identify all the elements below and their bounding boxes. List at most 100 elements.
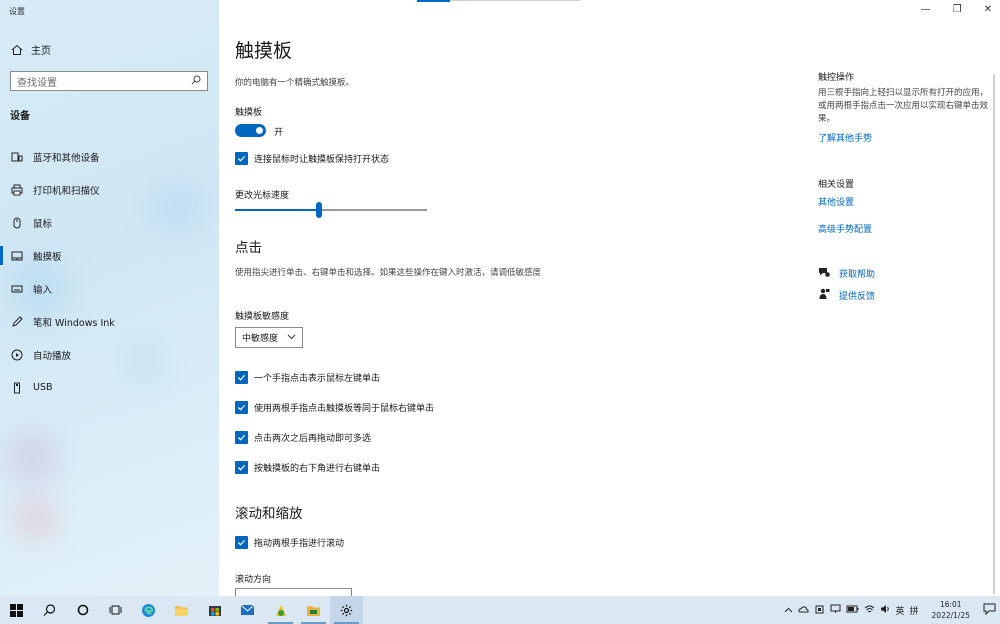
- sidebar-item-usb[interactable]: USB: [0, 371, 219, 404]
- give-feedback-link[interactable]: 提供反馈: [818, 288, 875, 303]
- sidebar-item-pen[interactable]: 笔和 Windows Ink: [0, 305, 219, 338]
- checkbox-checked[interactable]: [235, 371, 248, 384]
- page-description: 你的电脑有一个精确式触摸板。: [235, 78, 355, 88]
- sidebar-item-label: 触摸板: [33, 251, 62, 263]
- keep-on-with-mouse-checkbox[interactable]: 连接鼠标时让触摸板保持打开状态: [235, 152, 389, 165]
- content-scrollbar[interactable]: [993, 74, 995, 594]
- search-icon: [43, 603, 56, 616]
- settings-sidebar: 设置 主页 查找设置 设备 蓝牙和其他设备 打印机和扫描仪 鼠标 触摸板 输入 …: [0, 0, 219, 596]
- onedrive-icon[interactable]: [797, 605, 809, 616]
- learn-more-gestures-link[interactable]: 了解其他手势: [818, 131, 872, 144]
- touchpad-toggle[interactable]: [235, 124, 266, 137]
- other-settings-link[interactable]: 其他设置: [818, 195, 854, 208]
- get-help-link[interactable]: 获取帮助: [818, 266, 875, 281]
- clock[interactable]: 16:01 2022/1/25: [932, 599, 970, 621]
- checkbox-label: 使用两根手指点击触摸板等同于鼠标右键单击: [254, 404, 435, 414]
- app-green-icon: [275, 604, 286, 616]
- app-button-green[interactable]: [264, 596, 297, 624]
- sidebar-item-touchpad[interactable]: 触摸板: [0, 239, 219, 272]
- battery-icon[interactable]: [846, 605, 859, 615]
- taps-heading: 点击: [235, 240, 262, 256]
- tap-option-two-finger[interactable]: 使用两根手指点击触摸板等同于鼠标右键单击: [235, 401, 434, 414]
- file-explorer-button[interactable]: [165, 596, 198, 624]
- checkbox-checked[interactable]: [235, 401, 248, 414]
- cpu-chip-icon[interactable]: [814, 604, 825, 617]
- usb-icon: [10, 381, 23, 394]
- search-input[interactable]: 查找设置: [10, 71, 208, 91]
- tap-option-bottom-right[interactable]: 按触摸板的右下角进行右键单击: [235, 461, 380, 474]
- ime-mode[interactable]: 拼: [910, 604, 919, 617]
- cortana-button[interactable]: [66, 596, 99, 624]
- checkbox-label: 一个手指点击表示鼠标左键单击: [254, 374, 381, 384]
- printer-icon: [10, 183, 23, 196]
- related-settings-title: 相关设置: [818, 180, 855, 190]
- chevron-up-icon[interactable]: [784, 606, 793, 615]
- touchpad-icon: [10, 249, 23, 262]
- get-help-label: 获取帮助: [839, 270, 876, 280]
- minimize-button[interactable]: —: [921, 4, 931, 15]
- system-tray: 英 拼 16:01 2022/1/25: [784, 596, 1000, 624]
- sidebar-item-bluetooth[interactable]: 蓝牙和其他设备: [0, 140, 219, 173]
- gear-icon: [340, 604, 353, 616]
- advanced-gestures-link[interactable]: 高级手势配置: [818, 222, 872, 235]
- gestures-title: 触控操作: [818, 73, 855, 83]
- cursor-speed-slider-thumb[interactable]: [316, 202, 322, 218]
- checkbox-checked[interactable]: [235, 152, 248, 165]
- close-button[interactable]: ✕: [984, 4, 992, 15]
- sidebar-item-printers[interactable]: 打印机和扫描仪: [0, 173, 219, 206]
- store-icon: [208, 606, 221, 616]
- sidebar-item-label: 蓝牙和其他设备: [33, 152, 100, 164]
- tap-option-single-finger[interactable]: 一个手指点击表示鼠标左键单击: [235, 371, 380, 384]
- touchpad-toggle-state: 开: [274, 128, 284, 138]
- cortana-circle-icon: [77, 604, 88, 616]
- wifi-icon[interactable]: [864, 605, 875, 616]
- checkbox-label: 按触摸板的右下角进行右键单击: [254, 464, 381, 474]
- sidebar-section-title: 设备: [10, 111, 30, 122]
- clock-date: 2022/1/25: [931, 611, 970, 620]
- search-taskbar-button[interactable]: [33, 596, 66, 624]
- scroll-zoom-heading: 滚动和缩放: [235, 506, 303, 522]
- task-view-icon: [109, 605, 122, 615]
- checkbox-checked[interactable]: [235, 536, 248, 549]
- feedback-icon: [818, 288, 830, 303]
- sidebar-item-label: 笔和 Windows Ink: [33, 317, 115, 329]
- mouse-icon: [10, 216, 23, 229]
- sidebar-home[interactable]: 主页: [10, 42, 51, 57]
- sidebar-home-label: 主页: [31, 46, 51, 57]
- gestures-text: 用三根手指向上轻扫以显示所有打开的应用，或用两根手指点击一次应用以实现右键单击效…: [818, 88, 989, 124]
- sidebar-item-label: 鼠标: [33, 218, 53, 230]
- store-button[interactable]: [198, 596, 231, 624]
- display-icon[interactable]: [830, 604, 841, 616]
- search-icon[interactable]: [191, 75, 201, 88]
- edge-button[interactable]: [132, 596, 165, 624]
- touchpad-toggle-label: 触摸板: [235, 108, 263, 118]
- clock-time: 16:01: [939, 600, 962, 609]
- folder-app-icon: [307, 605, 320, 616]
- app-button-folder[interactable]: [297, 596, 330, 624]
- settings-taskbar-button[interactable]: [330, 596, 363, 624]
- pen-icon: [10, 315, 23, 328]
- title-divider: [450, 0, 580, 1]
- sensitivity-select[interactable]: 中敏感度: [235, 327, 303, 348]
- sidebar-item-mouse[interactable]: 鼠标: [0, 206, 219, 239]
- ime-language[interactable]: 英: [896, 604, 905, 617]
- start-button[interactable]: [0, 596, 33, 624]
- sidebar-item-autoplay[interactable]: 自动播放: [0, 338, 219, 371]
- checkbox-checked[interactable]: [235, 461, 248, 474]
- maximize-button[interactable]: ❐: [953, 4, 962, 15]
- checkbox-label: 拖动两根手指进行滚动: [254, 539, 345, 549]
- checkbox-checked[interactable]: [235, 431, 248, 444]
- notification-icon[interactable]: [983, 603, 996, 617]
- tap-option-double-drag[interactable]: 点击两次之后再拖动即可多选: [235, 431, 371, 444]
- sensitivity-label: 触摸板敏感度: [235, 312, 290, 322]
- two-finger-scroll-checkbox[interactable]: 拖动两根手指进行滚动: [235, 536, 344, 549]
- home-icon: [10, 43, 23, 56]
- volume-icon[interactable]: [880, 604, 891, 616]
- edge-browser-icon: [142, 603, 155, 617]
- sidebar-item-typing[interactable]: 输入: [0, 272, 219, 305]
- mail-button[interactable]: [231, 596, 264, 624]
- windows-logo-icon: [10, 603, 23, 617]
- checkbox-label: 点击两次之后再拖动即可多选: [254, 434, 372, 444]
- taskbar: 英 拼 16:01 2022/1/25: [0, 596, 1000, 624]
- task-view-button[interactable]: [99, 596, 132, 624]
